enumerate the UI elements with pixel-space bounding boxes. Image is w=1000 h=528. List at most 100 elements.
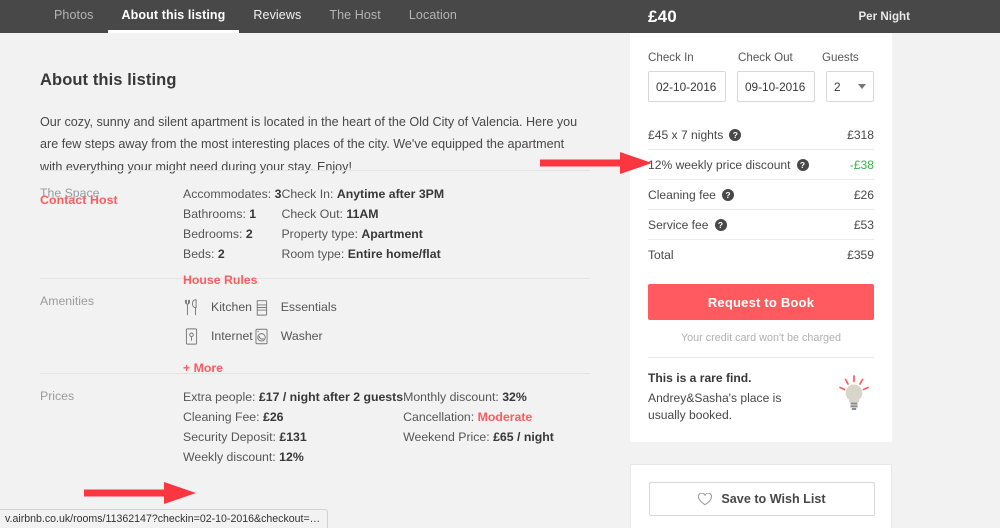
help-icon[interactable]: ? <box>714 218 727 231</box>
more-amenities-link[interactable]: + More <box>183 359 223 379</box>
price-row-amount: -£38 <box>849 157 874 172</box>
price-right-value: Moderate <box>477 409 533 424</box>
save-to-wish-list-button[interactable]: Save to Wish List <box>649 482 875 516</box>
space-left-value: 3 <box>274 187 282 201</box>
tab-photos[interactable]: Photos <box>40 0 108 33</box>
per-night-label: Per Night <box>858 10 910 23</box>
amenity-label: Internet <box>211 328 253 343</box>
wishlist-card: Save to Wish List <box>630 464 892 528</box>
price-row-left: Cleaning fee? <box>648 188 734 202</box>
section-prices: Prices Extra people: £17 / night after 2… <box>40 388 610 468</box>
status-bar-url: v.airbnb.co.uk/rooms/11362147?checkin=02… <box>5 513 321 525</box>
tab-the-host[interactable]: The Host <box>315 0 395 33</box>
amenity-row: Kitchen <box>183 293 253 322</box>
tab-reviews[interactable]: Reviews <box>239 0 315 33</box>
price-right-key: Weekend Price: <box>403 429 494 444</box>
price-left-key: Cleaning Fee: <box>183 409 263 424</box>
price-left-value: £17 / night after 2 guests <box>258 390 404 404</box>
section-label-prices: Prices <box>40 389 75 403</box>
price-left-value: £131 <box>279 429 307 444</box>
price-row: Service fee? £53 <box>648 210 874 240</box>
price-row: £45 x 7 nights? £318 <box>648 120 874 150</box>
guests-label: Guests <box>822 51 859 64</box>
essentials-icon <box>253 298 270 317</box>
price-row-amount: £53 <box>853 217 874 232</box>
price-row-label: Total <box>648 248 674 262</box>
space-right-value: Entire home/flat <box>347 246 441 261</box>
price-right-value: £65 / night <box>493 429 554 444</box>
guests-value: 2 <box>834 79 841 94</box>
page-root: Photos About this listing Reviews The Host L… <box>0 0 1000 528</box>
price-left-item: Security Deposit: £131 <box>183 428 403 448</box>
section-the-space: The Space Accommodates: 3 Bathrooms: 1 Bed… <box>40 185 610 291</box>
space-right-key: Property type: <box>281 226 362 241</box>
price-left-value: £26 <box>262 409 284 424</box>
wish-button-label: Save to Wish List <box>721 492 826 506</box>
guests-select[interactable]: 2 <box>826 71 874 102</box>
space-left-key: Bathrooms: <box>183 206 250 221</box>
price-left-key: Security Deposit: <box>183 429 280 444</box>
price-row-left: £45 x 7 nights? <box>648 127 742 142</box>
space-left-key: Beds: <box>183 246 218 261</box>
space-left-key: Bedrooms: <box>183 226 246 241</box>
no-charge-note: Your credit card won't be charged <box>680 332 842 344</box>
price-row-amount: £359 <box>847 248 874 262</box>
price-row-amount: £26 <box>853 187 874 202</box>
price-left-value: 12% <box>279 449 304 464</box>
space-left-value: 2 <box>245 226 253 241</box>
booking-panel-header: £40 Per Night <box>630 0 1000 33</box>
price-row-left: 12% weekly price discount? <box>648 158 809 172</box>
house-rules-link[interactable]: House Rules <box>183 271 257 291</box>
browser-status-bar: v.airbnb.co.uk/rooms/11362147?checkin=02… <box>0 509 329 528</box>
rare-find-block: This is a rare find. Andrey&Sasha's plac… <box>648 371 874 424</box>
amenities-right-column: Essentials Washer <box>253 293 337 379</box>
heart-icon <box>698 492 713 505</box>
price-left-key: Weekly discount: <box>183 449 280 464</box>
price-row: Cleaning fee? £26 <box>648 180 874 210</box>
rare-find-title: This is a rare find. <box>648 371 752 385</box>
price-row-label: Cleaning fee <box>648 187 716 202</box>
price-left-item: Weekly discount: 12% <box>183 448 403 468</box>
tab-location[interactable]: Location <box>395 0 471 33</box>
price-left-item: Extra people: £17 / night after 2 guests <box>183 388 403 408</box>
help-icon[interactable]: ? <box>729 128 742 141</box>
amenity-row: Internet <box>183 322 253 351</box>
card-divider <box>648 357 874 358</box>
price-right-value: 32% <box>502 390 527 404</box>
price-breakdown-list: £45 x 7 nights? £318 12% weekly price disc… <box>648 120 874 270</box>
price-row-label: £45 x 7 nights <box>648 127 724 142</box>
check-out-label: Check Out <box>738 51 793 64</box>
help-icon[interactable]: ? <box>721 188 734 201</box>
prices-left-column: Extra people: £17 / night after 2 guests… <box>183 388 403 468</box>
amenity-label: Essentials <box>280 299 337 314</box>
space-right-key: Check Out: <box>281 206 347 221</box>
kitchen-icon <box>183 298 200 317</box>
space-right-item: Room type: Entire home/flat <box>281 245 444 265</box>
price-left-item: Cleaning Fee: £26 <box>183 408 403 428</box>
space-right-item: Check Out: 11AM <box>281 205 444 225</box>
section-amenities: Amenities Kitchen Internet + More Essentia… <box>40 293 610 379</box>
space-left-value: 2 <box>217 246 225 261</box>
price-right-item: Monthly discount: 32% <box>403 388 554 408</box>
price-row-left: Total <box>648 248 674 262</box>
price-right-key: Cancellation: <box>403 409 478 424</box>
space-right-item: Check In: Anytime after 3PM <box>281 185 444 205</box>
space-right-value: 11AM <box>346 206 379 221</box>
the-space-left-column: Accommodates: 3 Bathrooms: 1 Bedrooms: 2 Be… <box>183 185 281 291</box>
the-space-right-column: Check In: Anytime after 3PM Check Out: 11… <box>281 185 444 291</box>
price-right-key: Monthly discount: <box>403 390 503 404</box>
tab-about-this-listing[interactable]: About this listing <box>107 0 240 33</box>
space-right-key: Room type: <box>281 246 348 261</box>
space-left-item: Bedrooms: 2 <box>183 225 281 245</box>
washer-icon <box>253 327 270 346</box>
booking-card: Check In Check Out Guests 2 £45 x 7 nigh… <box>630 33 892 442</box>
prices-right-column: Monthly discount: 32% Cancellation: Moder… <box>403 388 554 468</box>
check-in-input[interactable] <box>648 71 726 102</box>
request-to-book-button[interactable]: Request to Book <box>648 284 874 320</box>
help-icon[interactable]: ? <box>796 158 809 171</box>
space-right-key: Check In: <box>281 187 337 201</box>
price-row-label: Service fee <box>648 217 709 232</box>
price-right-item: Cancellation: Moderate <box>403 408 554 428</box>
check-out-input[interactable] <box>737 71 815 102</box>
amenity-label: Kitchen <box>211 299 253 314</box>
